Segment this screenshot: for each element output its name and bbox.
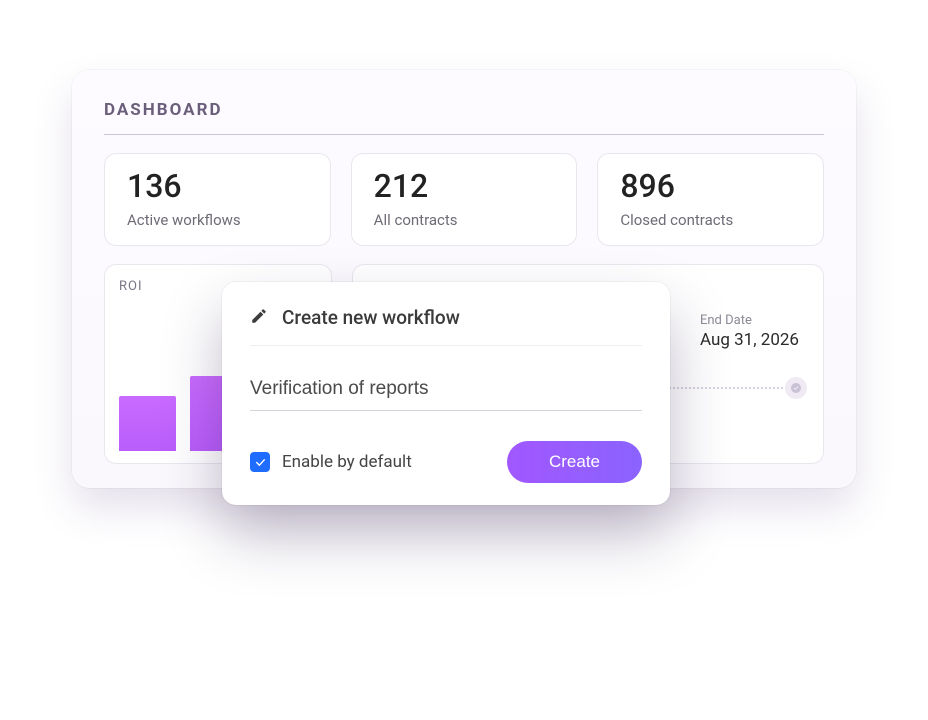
- divider: [104, 134, 824, 135]
- bar: [119, 396, 176, 451]
- dialog-title: Create new workflow: [282, 306, 460, 329]
- create-button[interactable]: Create: [507, 441, 642, 483]
- check-icon: [254, 456, 267, 469]
- stat-label: Closed contracts: [620, 211, 801, 229]
- stat-card-closed-contracts[interactable]: 896 Closed contracts: [597, 153, 824, 246]
- stat-value: 212: [374, 168, 555, 205]
- create-workflow-dialog: Create new workflow Enable by default Cr…: [222, 282, 670, 505]
- stat-label: All contracts: [374, 211, 555, 229]
- check-circle-icon: [790, 382, 802, 394]
- stat-card-all-contracts[interactable]: 212 All contracts: [351, 153, 578, 246]
- pencil-icon: [250, 307, 268, 329]
- dialog-header: Create new workflow: [250, 306, 642, 329]
- stat-cards: 136 Active workflows 212 All contracts 8…: [104, 153, 824, 246]
- timeline-end-knob[interactable]: [785, 377, 807, 399]
- workflow-name-input[interactable]: [250, 374, 642, 411]
- enable-default-option[interactable]: Enable by default: [250, 452, 412, 472]
- end-date-block: End Date Aug 31, 2026: [700, 313, 799, 350]
- checkbox[interactable]: [250, 452, 270, 472]
- stat-card-active-workflows[interactable]: 136 Active workflows: [104, 153, 331, 246]
- stat-label: Active workflows: [127, 211, 308, 229]
- page-title: DASHBOARD: [104, 100, 824, 120]
- checkbox-label: Enable by default: [282, 452, 412, 472]
- divider: [250, 345, 642, 346]
- dialog-footer: Enable by default Create: [250, 441, 642, 483]
- stat-value: 896: [620, 168, 801, 205]
- end-date-value: Aug 31, 2026: [700, 330, 799, 350]
- stat-value: 136: [127, 168, 308, 205]
- end-date-label: End Date: [700, 313, 799, 328]
